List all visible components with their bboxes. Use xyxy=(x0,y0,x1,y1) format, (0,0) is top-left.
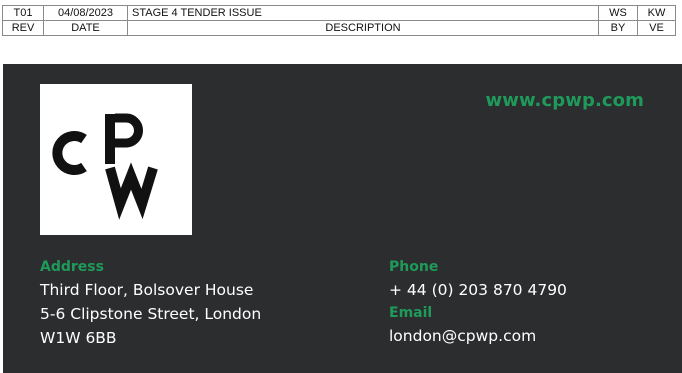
revision-date: 04/08/2023 xyxy=(43,5,128,21)
revision-header-row: REV DATE DESCRIPTION BY VE xyxy=(2,20,676,36)
website-link[interactable]: www.cpwp.com xyxy=(486,90,644,111)
revision-row: T01 04/08/2023 STAGE 4 TENDER ISSUE WS K… xyxy=(2,5,676,21)
company-logo xyxy=(40,84,192,235)
header-description: DESCRIPTION xyxy=(127,20,599,36)
header-by: BY xyxy=(598,20,638,36)
revision-ve: KW xyxy=(637,5,676,21)
address-label: Address xyxy=(40,259,104,275)
revision-table: T01 04/08/2023 STAGE 4 TENDER ISSUE WS K… xyxy=(2,5,676,36)
address-line-3: W1W 6BB xyxy=(40,329,117,347)
header-ve: VE xyxy=(637,20,676,36)
company-info-panel: www.cpwp.com Address Third Floor, Bolsov… xyxy=(3,64,682,373)
email-address[interactable]: london@cpwp.com xyxy=(389,324,567,348)
contact-block: Phone + 44 (0) 203 870 4790 Email london… xyxy=(389,256,567,348)
revision-by: WS xyxy=(598,5,638,21)
revision-code: T01 xyxy=(2,5,44,21)
cpw-logo-icon xyxy=(52,113,158,220)
address-line-1: Third Floor, Bolsover House xyxy=(40,281,254,299)
header-date: DATE xyxy=(43,20,128,36)
revision-description: STAGE 4 TENDER ISSUE xyxy=(127,5,599,21)
email-label: Email xyxy=(389,305,433,321)
address-line-2: 5-6 Clipstone Street, London xyxy=(40,305,262,323)
phone-number[interactable]: + 44 (0) 203 870 4790 xyxy=(389,278,567,302)
phone-label: Phone xyxy=(389,259,439,275)
header-rev: REV xyxy=(2,20,44,36)
address-block: Address Third Floor, Bolsover House 5-6 … xyxy=(40,256,261,350)
